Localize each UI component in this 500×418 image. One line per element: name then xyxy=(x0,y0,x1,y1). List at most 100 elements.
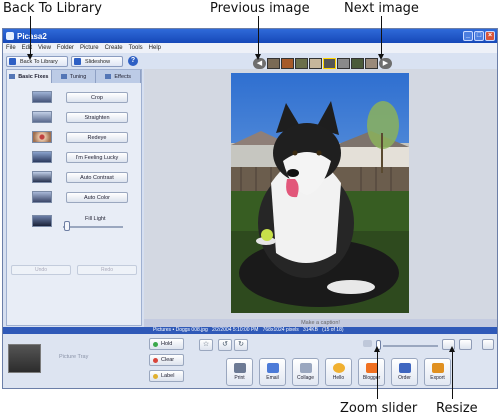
tab-tuning[interactable]: Tuning xyxy=(51,70,97,83)
hello-label: Hello xyxy=(332,375,345,381)
zoom-track xyxy=(383,345,438,347)
filmstrip-thumb[interactable] xyxy=(281,57,294,69)
filmstrip-thumb[interactable] xyxy=(323,57,336,69)
export-button[interactable]: Export xyxy=(424,358,451,386)
back-arrow-icon xyxy=(9,58,16,65)
basic-fixes-icon xyxy=(9,74,16,79)
collage-icon xyxy=(299,363,312,373)
callout-line-back xyxy=(30,16,31,54)
menu-create[interactable]: Create xyxy=(105,45,123,51)
filmstrip-thumb[interactable] xyxy=(351,57,364,69)
crop-thumb-icon xyxy=(32,91,52,103)
help-icon[interactable]: ? xyxy=(128,56,138,66)
window-title: Picasa2 xyxy=(17,31,47,41)
tab-effects-label: Effects xyxy=(114,73,132,80)
tab-basic-fixes[interactable]: Basic Fixes xyxy=(7,70,52,83)
filmstrip-thumb[interactable] xyxy=(267,57,280,69)
blogger-label: Blogger xyxy=(362,375,381,381)
filmstrip-thumb[interactable] xyxy=(309,57,322,69)
caption-bar: Make a caption! xyxy=(144,319,497,327)
order-button[interactable]: Order xyxy=(391,358,418,386)
edit-tabs: Basic Fixes Tuning Effects xyxy=(7,70,142,83)
slideshow-button[interactable]: Slideshow xyxy=(71,56,123,67)
redo-button[interactable]: Redo xyxy=(77,265,137,275)
resize-grid-icon[interactable] xyxy=(459,339,472,350)
hello-button[interactable]: Hello xyxy=(325,358,352,386)
callout-next-image: Next image xyxy=(344,1,419,16)
fill-light-label: Fill Light xyxy=(85,216,106,222)
menu-tools[interactable]: Tools xyxy=(129,45,143,51)
menu-view[interactable]: View xyxy=(38,45,51,51)
picture-tray-label: Picture Tray xyxy=(59,354,89,360)
clear-button[interactable]: Clear xyxy=(149,354,184,366)
photo-path: Pictures • Doggs 008.jpg xyxy=(153,327,208,333)
callout-previous-image: Previous image xyxy=(210,1,310,16)
fix-row-redeye: Redeye xyxy=(7,127,141,147)
hold-button[interactable]: Hold xyxy=(149,338,184,350)
filmstrip-thumb[interactable] xyxy=(295,57,308,69)
label-button[interactable]: Label xyxy=(149,370,184,382)
order-label: Order xyxy=(398,375,411,381)
im-feeling-lucky-button[interactable]: I'm Feeling Lucky xyxy=(66,151,128,163)
email-button[interactable]: Email xyxy=(259,358,286,386)
menu-picture[interactable]: Picture xyxy=(80,45,99,51)
fill-light-slider[interactable] xyxy=(64,221,70,231)
fill-light-track xyxy=(63,226,123,228)
collage-button[interactable]: Collage xyxy=(292,358,319,386)
main-photo[interactable] xyxy=(231,73,409,313)
menu-help[interactable]: Help xyxy=(149,45,161,51)
rotate-left-icon[interactable]: ↺ xyxy=(218,339,232,351)
blogger-button[interactable]: Blogger xyxy=(358,358,385,386)
filmstrip-thumb[interactable] xyxy=(337,57,350,69)
tab-effects[interactable]: Effects xyxy=(96,70,142,83)
minimize-button[interactable]: _ xyxy=(463,31,473,41)
tray-thumbnail[interactable] xyxy=(8,344,41,373)
fix-row-straighten: Straighten xyxy=(7,107,141,127)
straighten-button[interactable]: Straighten xyxy=(66,111,128,123)
callout-arrow-prev xyxy=(255,54,261,60)
photo-index: (15 of 18) xyxy=(322,327,344,333)
picasa-app-icon xyxy=(6,32,14,40)
redeye-button[interactable]: Redeye xyxy=(66,131,128,143)
close-button[interactable]: × xyxy=(485,31,495,41)
effects-icon xyxy=(105,74,112,79)
caption-input[interactable]: Make a caption! xyxy=(144,319,497,327)
undo-button[interactable]: Undo xyxy=(11,265,71,275)
callout-resize: Resize xyxy=(436,401,478,416)
title-bar: Picasa2 _ □ × xyxy=(3,29,497,43)
photo-size: 314KB xyxy=(302,327,318,333)
callout-line-zoom xyxy=(377,352,378,399)
auto-color-button[interactable]: Auto Color xyxy=(66,191,128,203)
menu-file[interactable]: File xyxy=(6,45,16,51)
maximize-button[interactable]: □ xyxy=(474,31,484,41)
fix-row-color: Auto Color xyxy=(7,187,141,207)
menu-folder[interactable]: Folder xyxy=(57,45,74,51)
back-to-library-label: Back To Library xyxy=(20,58,58,65)
callout-line-resize xyxy=(452,352,453,399)
clear-label: Clear xyxy=(161,357,175,363)
picasa-window: Picasa2 _ □ × File Edit View Folder Pict… xyxy=(2,28,498,389)
callout-arrow-next xyxy=(378,54,384,60)
photo-dims: 768x1024 pixels xyxy=(262,327,299,333)
auto-contrast-button[interactable]: Auto Contrast xyxy=(66,171,128,183)
star-icon[interactable]: ☆ xyxy=(199,339,213,351)
contrast-thumb-icon xyxy=(32,171,52,183)
callout-back-to-library: Back To Library xyxy=(3,1,102,16)
export-label: Export xyxy=(430,375,445,381)
photo-viewer xyxy=(144,69,497,319)
rotate-right-icon[interactable]: ↻ xyxy=(234,339,248,351)
print-button[interactable]: Print xyxy=(226,358,253,386)
print-icon xyxy=(233,363,246,373)
collage-label: Collage xyxy=(297,375,314,381)
people-icon[interactable] xyxy=(482,339,494,350)
tab-basic-fixes-label: Basic Fixes xyxy=(18,73,49,80)
zoom-icon xyxy=(363,340,372,347)
play-icon xyxy=(74,58,81,65)
dog-photo-image xyxy=(231,73,409,313)
back-to-library-button[interactable]: Back To Library xyxy=(6,56,68,67)
tab-tuning-label: Tuning xyxy=(69,73,87,80)
filmstrip-thumb[interactable] xyxy=(365,57,378,69)
callout-arrow-back xyxy=(27,54,33,60)
print-label: Print xyxy=(234,375,245,381)
crop-button[interactable]: Crop xyxy=(66,91,128,103)
